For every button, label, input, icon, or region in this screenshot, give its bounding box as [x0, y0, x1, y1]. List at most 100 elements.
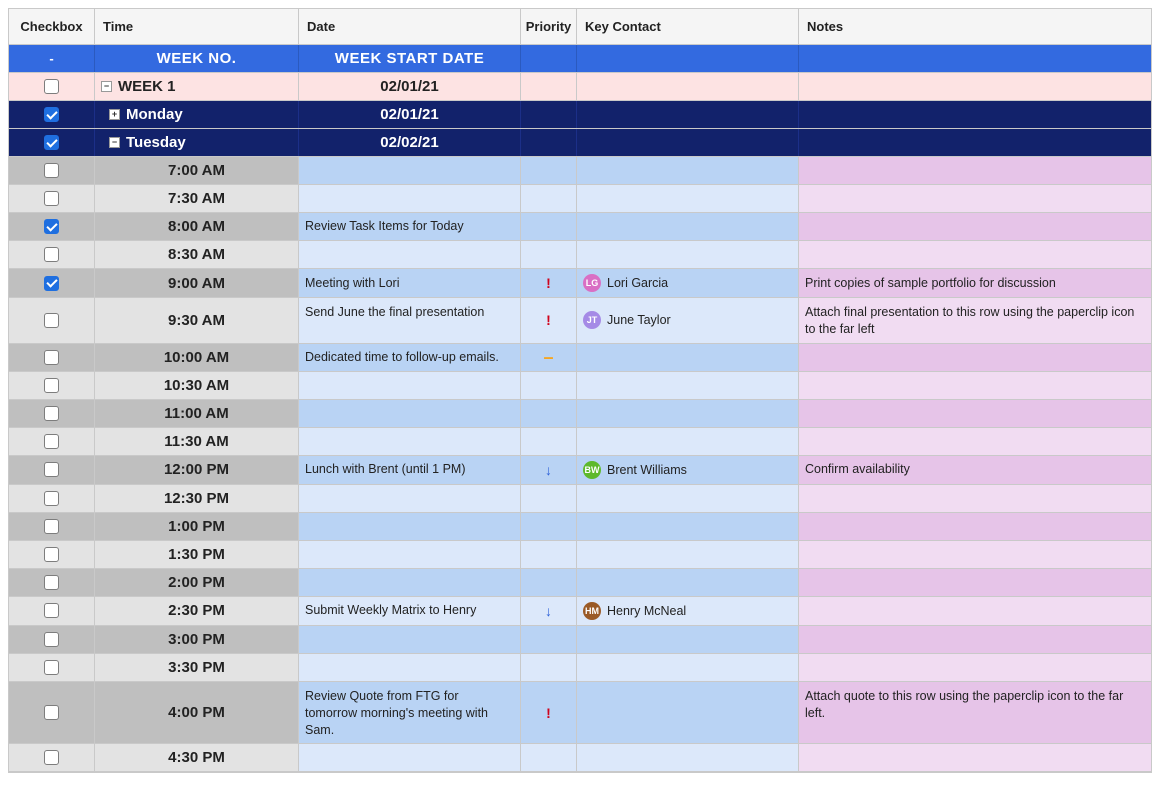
priority-cell[interactable]: [521, 428, 577, 455]
row-checkbox[interactable]: [44, 219, 59, 234]
row-checkbox[interactable]: [44, 191, 59, 206]
task-cell[interactable]: [299, 626, 521, 653]
task-cell[interactable]: [299, 485, 521, 512]
contact-cell[interactable]: [577, 513, 799, 540]
contact-cell[interactable]: [577, 626, 799, 653]
notes-cell[interactable]: [799, 157, 1151, 184]
task-cell[interactable]: Review Quote from FTG for tomorrow morni…: [299, 682, 521, 744]
time-row[interactable]: 12:00 PMLunch with Brent (until 1 PM)↓BW…: [9, 456, 1151, 485]
task-cell[interactable]: Review Task Items for Today: [299, 213, 521, 240]
time-row[interactable]: 1:30 PM: [9, 541, 1151, 569]
time-row[interactable]: 12:30 PM: [9, 485, 1151, 513]
row-checkbox[interactable]: [44, 705, 59, 720]
row-checkbox[interactable]: [44, 491, 59, 506]
notes-cell[interactable]: [799, 241, 1151, 268]
notes-cell[interactable]: Attach final presentation to this row us…: [799, 298, 1151, 343]
time-row[interactable]: 8:30 AM: [9, 241, 1151, 269]
notes-cell[interactable]: Confirm availability: [799, 456, 1151, 484]
time-row[interactable]: 11:00 AM: [9, 400, 1151, 428]
task-cell[interactable]: [299, 744, 521, 771]
row-checkbox[interactable]: [44, 660, 59, 675]
time-row[interactable]: 10:00 AMDedicated time to follow-up emai…: [9, 344, 1151, 372]
day-checkbox-monday[interactable]: [44, 107, 59, 122]
time-row[interactable]: 8:00 AMReview Task Items for Today: [9, 213, 1151, 241]
day-row-tuesday[interactable]: − Tuesday 02/02/21: [9, 129, 1151, 157]
row-checkbox[interactable]: [44, 547, 59, 562]
notes-cell[interactable]: [799, 344, 1151, 371]
week-row[interactable]: − WEEK 1 02/01/21: [9, 73, 1151, 101]
task-cell[interactable]: Lunch with Brent (until 1 PM): [299, 456, 521, 484]
time-row[interactable]: 4:00 PMReview Quote from FTG for tomorro…: [9, 682, 1151, 745]
row-checkbox[interactable]: [44, 603, 59, 618]
priority-cell[interactable]: [521, 185, 577, 212]
contact-cell[interactable]: [577, 485, 799, 512]
time-row[interactable]: 3:30 PM: [9, 654, 1151, 682]
collapse-all-icon[interactable]: -: [49, 51, 53, 66]
col-notes[interactable]: Notes: [799, 9, 1151, 44]
row-checkbox[interactable]: [44, 750, 59, 765]
week-checkbox[interactable]: [44, 79, 59, 94]
row-checkbox[interactable]: [44, 313, 59, 328]
contact-cell[interactable]: LGLori Garcia: [577, 269, 799, 297]
notes-cell[interactable]: [799, 372, 1151, 399]
contact-cell[interactable]: [577, 682, 799, 744]
priority-cell[interactable]: [521, 654, 577, 681]
priority-cell[interactable]: !: [521, 269, 577, 297]
task-cell[interactable]: [299, 185, 521, 212]
time-row[interactable]: 1:00 PM: [9, 513, 1151, 541]
row-checkbox[interactable]: [44, 575, 59, 590]
task-cell[interactable]: [299, 569, 521, 596]
priority-cell[interactable]: ↓: [521, 456, 577, 484]
contact-cell[interactable]: [577, 372, 799, 399]
col-priority[interactable]: Priority: [521, 9, 577, 44]
time-row[interactable]: 2:30 PMSubmit Weekly Matrix to Henry↓HMH…: [9, 597, 1151, 626]
contact-cell[interactable]: [577, 744, 799, 771]
notes-cell[interactable]: [799, 400, 1151, 427]
contact-cell[interactable]: JTJune Taylor: [577, 298, 799, 343]
priority-cell[interactable]: [521, 485, 577, 512]
contact-cell[interactable]: [577, 213, 799, 240]
row-checkbox[interactable]: [44, 519, 59, 534]
priority-cell[interactable]: [521, 626, 577, 653]
contact-cell[interactable]: [577, 541, 799, 568]
row-checkbox[interactable]: [44, 632, 59, 647]
plus-icon[interactable]: +: [109, 109, 120, 120]
time-row[interactable]: 7:30 AM: [9, 185, 1151, 213]
day-checkbox-tuesday[interactable]: [44, 135, 59, 150]
contact-cell[interactable]: [577, 569, 799, 596]
task-cell[interactable]: [299, 428, 521, 455]
notes-cell[interactable]: [799, 569, 1151, 596]
priority-cell[interactable]: [521, 400, 577, 427]
contact-cell[interactable]: [577, 400, 799, 427]
col-time[interactable]: Time: [95, 9, 299, 44]
day-row-monday[interactable]: + Monday 02/01/21: [9, 101, 1151, 129]
contact-cell[interactable]: HMHenry McNeal: [577, 597, 799, 625]
priority-cell[interactable]: –: [521, 344, 577, 371]
notes-cell[interactable]: [799, 541, 1151, 568]
task-cell[interactable]: [299, 513, 521, 540]
time-row[interactable]: 4:30 PM: [9, 744, 1151, 772]
row-checkbox[interactable]: [44, 247, 59, 262]
priority-cell[interactable]: [521, 372, 577, 399]
notes-cell[interactable]: [799, 185, 1151, 212]
time-row[interactable]: 11:30 AM: [9, 428, 1151, 456]
notes-cell[interactable]: [799, 654, 1151, 681]
row-checkbox[interactable]: [44, 350, 59, 365]
task-cell[interactable]: [299, 541, 521, 568]
contact-cell[interactable]: BWBrent Williams: [577, 456, 799, 484]
contact-cell[interactable]: [577, 428, 799, 455]
task-cell[interactable]: Dedicated time to follow-up emails.: [299, 344, 521, 371]
time-row[interactable]: 2:00 PM: [9, 569, 1151, 597]
task-cell[interactable]: [299, 157, 521, 184]
priority-cell[interactable]: [521, 541, 577, 568]
priority-cell[interactable]: [521, 157, 577, 184]
task-cell[interactable]: [299, 372, 521, 399]
time-row[interactable]: 7:00 AM: [9, 157, 1151, 185]
contact-cell[interactable]: [577, 185, 799, 212]
notes-cell[interactable]: [799, 597, 1151, 625]
priority-cell[interactable]: ↓: [521, 597, 577, 625]
task-cell[interactable]: [299, 400, 521, 427]
notes-cell[interactable]: [799, 428, 1151, 455]
row-checkbox[interactable]: [44, 434, 59, 449]
row-checkbox[interactable]: [44, 406, 59, 421]
